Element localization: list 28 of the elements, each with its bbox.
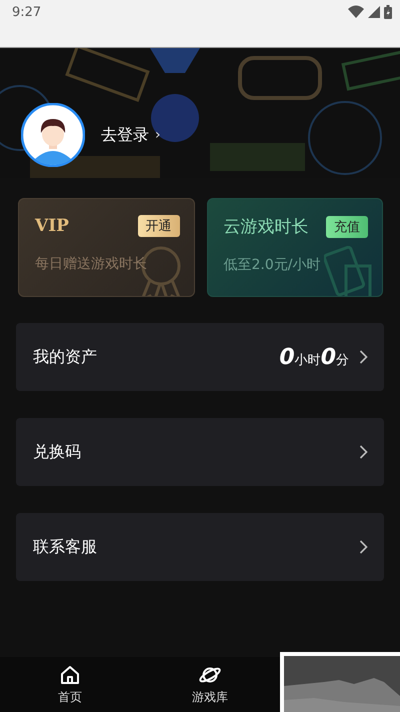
asset-value: 0小时0分 (279, 344, 349, 370)
login-link[interactable]: 去登录 › (101, 124, 161, 146)
nav-tab[interactable]: 游戏库 (140, 657, 280, 712)
home-icon (59, 664, 81, 686)
chevron-right-icon (359, 350, 368, 364)
nav-tab[interactable]: 首页 (0, 657, 140, 712)
ticket-icon (324, 246, 374, 296)
card-subtitle: 低至2.0元/小时 (224, 256, 322, 274)
signal-icon (368, 6, 380, 18)
avatar-icon (21, 103, 85, 167)
menu-label: 我的资产 (33, 346, 97, 368)
vip-card[interactable]: VIP 开通 每日赠送游戏时长 (18, 198, 194, 297)
recharge-button[interactable]: 充值 (326, 216, 368, 238)
chevron-right-icon (359, 445, 368, 459)
chevron-right-icon (359, 540, 368, 554)
status-time: 9:27 (12, 4, 42, 20)
menu-label: 联系客服 (33, 536, 97, 558)
card-title: 云游戏时长 (224, 216, 308, 238)
menu-row[interactable]: 我的资产 0小时0分 (16, 323, 384, 391)
menu-row[interactable]: 兑换码 (16, 418, 384, 486)
wifi-icon (348, 5, 364, 19)
card-title: VIP (35, 216, 69, 236)
menu-row[interactable]: 联系客服 (16, 513, 384, 581)
cloud-time-card[interactable]: 云游戏时长 充值 低至2.0元/小时 (206, 198, 383, 297)
menu-label: 兑换码 (33, 442, 81, 462)
activate-button[interactable]: 开通 (138, 215, 180, 237)
battery-icon (384, 5, 392, 19)
card-subtitle: 每日赠送游戏时长 (35, 255, 148, 273)
